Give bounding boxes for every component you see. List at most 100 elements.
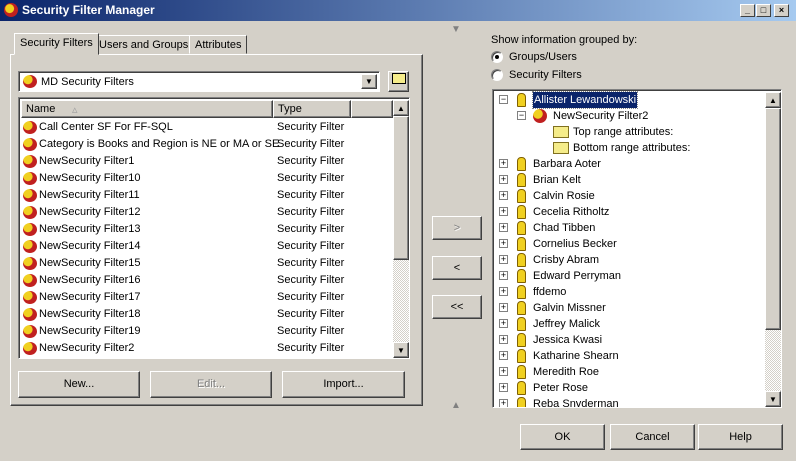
user-icon: [517, 301, 526, 315]
security-filter-list[interactable]: Name ▵ Type Call Center SF For FF-SQL Secu…: [18, 97, 410, 359]
scroll-thumb[interactable]: [765, 108, 781, 330]
tree-label: Cornelius Becker: [533, 238, 617, 250]
table-row[interactable]: NewSecurity Filter14 Security Filter: [21, 238, 393, 255]
tree-label: Chad Tibben: [533, 222, 596, 234]
radio-label: Security Filters: [509, 69, 582, 81]
tree-item-user[interactable]: + ffdemo: [497, 284, 697, 300]
add-button[interactable]: >: [432, 216, 482, 240]
tab-users-and-groups[interactable]: Users and Groups: [93, 35, 195, 54]
cancel-button[interactable]: Cancel: [610, 424, 695, 450]
list-scrollbar[interactable]: ▲ ▼: [393, 100, 409, 358]
ok-button[interactable]: OK: [520, 424, 605, 450]
expand-icon: +: [499, 254, 508, 264]
collapse-icon: −: [499, 94, 508, 104]
table-row[interactable]: NewSecurity Filter15 Security Filter: [21, 255, 393, 272]
maximize-button[interactable]: □: [756, 4, 771, 17]
user-icon: [517, 397, 526, 407]
remove-button[interactable]: <: [432, 256, 482, 280]
window-title: Security Filter Manager: [22, 3, 155, 17]
tree-item-bottom-range[interactable]: Bottom range attributes:: [551, 140, 771, 156]
expand-icon: +: [499, 318, 508, 328]
table-row[interactable]: NewSecurity Filter18 Security Filter: [21, 306, 393, 323]
table-row[interactable]: NewSecurity Filter12 Security Filter: [21, 204, 393, 221]
scroll-down-button[interactable]: ▼: [765, 391, 781, 407]
tree-item-user[interactable]: + Chad Tibben: [497, 220, 697, 236]
app-icon: [4, 3, 18, 17]
user-icon: [517, 269, 526, 283]
scroll-up-button[interactable]: ▲: [765, 92, 781, 108]
expand-icon: +: [499, 222, 508, 232]
tree-item-top-range[interactable]: Top range attributes:: [551, 124, 771, 140]
security-filter-icon: [533, 109, 547, 123]
tree-label: Allister Lewandowski: [531, 91, 639, 109]
tree-item-user[interactable]: + Brian Kelt: [497, 172, 697, 188]
expand-icon: +: [499, 366, 508, 376]
table-row[interactable]: NewSecurity Filter1 Security Filter: [21, 153, 393, 170]
chevron-down-icon[interactable]: ▼: [361, 74, 377, 89]
tab-attributes[interactable]: Attributes: [189, 35, 248, 54]
new-button[interactable]: New...: [18, 371, 140, 398]
tree-item-user[interactable]: + Reba Snyderman: [497, 396, 697, 408]
column-header-filler: [351, 100, 393, 118]
user-icon: [517, 93, 526, 107]
edit-button[interactable]: Edit...: [150, 371, 272, 398]
remove-all-button[interactable]: <<: [432, 295, 482, 319]
tree-item-filter[interactable]: − NewSecurity Filter2: [515, 108, 715, 124]
tree-item-user[interactable]: + Jeffrey Malick: [497, 316, 697, 332]
security-filter-icon: [23, 121, 37, 134]
tree-item-user[interactable]: + Katharine Shearn: [497, 348, 697, 364]
folder-up-button[interactable]: [388, 71, 409, 92]
help-button[interactable]: Help: [698, 424, 783, 450]
row-type: Security Filter: [277, 291, 345, 303]
security-filter-icon: [23, 325, 37, 338]
scroll-down-button[interactable]: ▼: [393, 342, 409, 358]
tree-item-user[interactable]: + Calvin Rosie: [497, 188, 697, 204]
tree-label: Top range attributes:: [573, 126, 674, 138]
table-row[interactable]: NewSecurity Filter17 Security Filter: [21, 289, 393, 306]
filter-folder-combo[interactable]: MD Security Filters ▼: [18, 71, 380, 92]
security-tree[interactable]: − Allister Lewandowski − NewSecurity Fil…: [492, 89, 782, 408]
user-icon: [517, 221, 526, 235]
column-header-name[interactable]: Name ▵: [21, 100, 273, 118]
tree-item-user[interactable]: + Cecelia Ritholtz: [497, 204, 697, 220]
tree-item-user[interactable]: + Barbara Aoter: [497, 156, 697, 172]
table-row[interactable]: NewSecurity Filter11 Security Filter: [21, 187, 393, 204]
column-header-type[interactable]: Type: [273, 100, 351, 118]
tree-item-user[interactable]: + Peter Rose: [497, 380, 697, 396]
tree-item-user[interactable]: + Crisby Abram: [497, 252, 697, 268]
tree-item-user[interactable]: + Jessica Kwasi: [497, 332, 697, 348]
expand-icon: +: [499, 270, 508, 280]
table-row[interactable]: Category is Books and Region is NE or MA…: [21, 136, 393, 153]
table-row[interactable]: NewSecurity Filter13 Security Filter: [21, 221, 393, 238]
expand-icon: +: [499, 206, 508, 216]
user-icon: [517, 365, 526, 379]
tree-label: Barbara Aoter: [533, 158, 601, 170]
table-row[interactable]: NewSecurity Filter19 Security Filter: [21, 323, 393, 340]
scroll-up-button[interactable]: ▲: [393, 100, 409, 116]
scroll-thumb[interactable]: [393, 116, 409, 260]
user-icon: [517, 349, 526, 363]
table-row[interactable]: NewSecurity Filter10 Security Filter: [21, 170, 393, 187]
import-button[interactable]: Import...: [282, 371, 405, 398]
tree-item-user[interactable]: + Cornelius Becker: [497, 236, 697, 252]
column-name-label: Name: [26, 103, 56, 115]
user-icon: [517, 205, 526, 219]
minimize-button[interactable]: _: [740, 4, 755, 17]
tree-label: Brian Kelt: [533, 174, 581, 186]
security-filter-icon: [23, 138, 37, 151]
tree-item-root[interactable]: − Allister Lewandowski: [497, 91, 697, 109]
expand-icon: +: [499, 286, 508, 296]
tree-item-user[interactable]: + Galvin Missner: [497, 300, 697, 316]
tab-security-filters[interactable]: Security Filters: [14, 33, 99, 55]
tree-item-user[interactable]: + Edward Perryman: [497, 268, 697, 284]
tree-item-user[interactable]: + Meredith Roe: [497, 364, 697, 380]
close-button[interactable]: ×: [774, 4, 789, 17]
table-row[interactable]: NewSecurity Filter16 Security Filter: [21, 272, 393, 289]
table-row[interactable]: NewSecurity Filter2 Security Filter: [21, 340, 393, 357]
tree-scrollbar[interactable]: ▲ ▼: [765, 92, 781, 407]
table-row[interactable]: Call Center SF For FF-SQL Security Filter: [21, 119, 393, 136]
splitter-up-icon: ▲: [451, 400, 461, 411]
tree-label: Reba Snyderman: [533, 398, 619, 408]
row-name: NewSecurity Filter18: [39, 308, 141, 320]
security-filter-icon: [23, 172, 37, 185]
